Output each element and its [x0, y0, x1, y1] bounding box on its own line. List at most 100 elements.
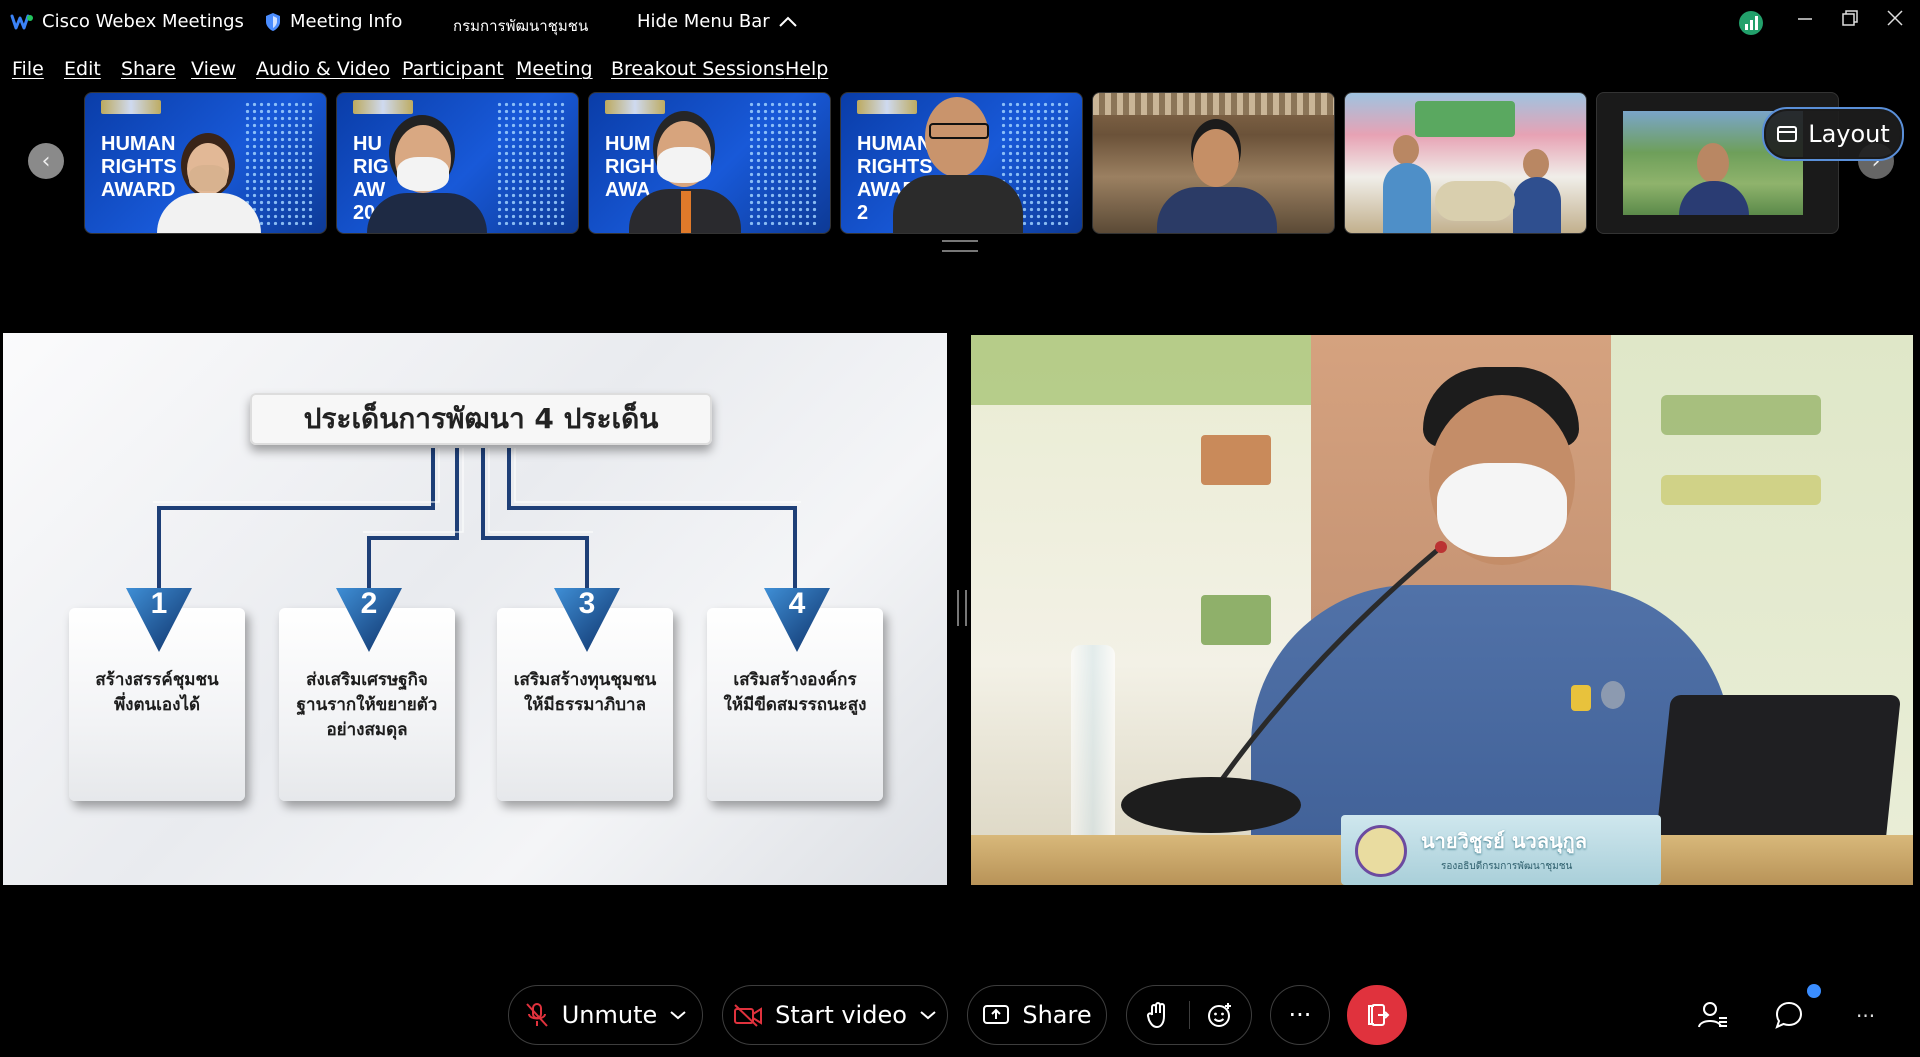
- unmute-button[interactable]: Unmute: [508, 985, 703, 1045]
- menu-participant[interactable]: Participant: [402, 58, 504, 80]
- card-line: ให้มีขีดสมรรถนะสูง: [723, 695, 867, 715]
- share-label: Share: [1022, 1001, 1092, 1029]
- raise-hand-button[interactable]: [1127, 1001, 1190, 1029]
- slide-card-text: สร้างสรรค์ชุมชน พึ่งตนเองได้: [69, 668, 245, 718]
- chevron-down-icon[interactable]: [919, 1009, 937, 1021]
- award-backdrop-pattern: [748, 101, 818, 225]
- card-line: ฐานรากให้ขยายตัว: [296, 695, 438, 715]
- close-button[interactable]: [1885, 8, 1905, 34]
- participant-video-tile[interactable]: HUM RIGH AWA: [588, 92, 831, 234]
- close-icon: [1887, 10, 1903, 26]
- table-items: [1435, 181, 1515, 221]
- backdrop-banner: [1415, 101, 1515, 137]
- microphone-muted-icon: [525, 1003, 548, 1027]
- active-speaker-video[interactable]: นายวิชูรย์ นวลนุกูล รองอธิบดีกรมการพัฒนา…: [971, 335, 1913, 885]
- award-logo: [857, 100, 917, 114]
- thumbnails-prev-button[interactable]: ‹: [28, 143, 64, 179]
- more-options-button[interactable]: ···: [1270, 985, 1330, 1045]
- menu-edit[interactable]: Edit: [64, 58, 101, 80]
- participant-tie: [681, 191, 691, 233]
- more-icon: ···: [1288, 1001, 1312, 1029]
- share-button[interactable]: Share: [967, 985, 1107, 1045]
- glasses: [929, 123, 989, 139]
- start-video-button[interactable]: Start video: [722, 985, 948, 1045]
- slide-card-text: เสริมสร้างทุนชุมชน ให้มีธรรมาภิบาล: [497, 668, 673, 718]
- leave-meeting-button[interactable]: [1347, 985, 1407, 1045]
- menu-bar: File Edit Share View Audio & Video Parti…: [0, 52, 1920, 86]
- nameplate-name: นายวิชูรย์ นวลนุกูล: [1421, 829, 1588, 853]
- minimize-icon: [1798, 18, 1812, 20]
- award-text-line: HUMAN: [101, 133, 176, 155]
- card-line: พึ่งตนเองได้: [113, 695, 201, 715]
- participant-video-tile[interactable]: HU RIG AW 20: [336, 92, 579, 234]
- card-line: เสริมสร้างองค์กร: [733, 670, 857, 690]
- award-logo: [353, 100, 413, 114]
- chat-panel-button[interactable]: [1774, 1000, 1804, 1034]
- nameplate: นายวิชูรย์ นวลนุกูล รองอธิบดีกรมการพัฒนา…: [1341, 815, 1661, 885]
- participant-video-tile[interactable]: HUMAN RIGHTS AWARD: [84, 92, 327, 234]
- card-line: เสริมสร้างทุนชุมชน: [513, 670, 657, 690]
- reactions-group: [1126, 985, 1252, 1045]
- meeting-info-label: Meeting Info: [290, 11, 403, 32]
- participant-face: [1193, 129, 1239, 187]
- panel-overflow-button[interactable]: ···: [1856, 1004, 1875, 1028]
- video-off-icon: [734, 1004, 763, 1027]
- hide-menu-label: Hide Menu Bar: [637, 11, 770, 32]
- participant-video-tile[interactable]: HUMAN RIGHTS AWAR 2: [840, 92, 1083, 234]
- raise-hand-icon: [1146, 1002, 1165, 1029]
- card-line: ส่งเสริมเศรษฐกิจ: [306, 670, 428, 690]
- slide-title: ประเด็นการพัฒนา 4 ประเด็น: [250, 393, 712, 445]
- participant-video-tile[interactable]: [1344, 92, 1587, 234]
- participant-face: [1697, 143, 1729, 183]
- restore-button[interactable]: [1840, 8, 1860, 34]
- award-logo: [101, 100, 161, 114]
- hide-menu-bar-button[interactable]: Hide Menu Bar: [637, 11, 798, 32]
- participant-body: [367, 193, 487, 233]
- menu-view[interactable]: View: [191, 58, 236, 80]
- menu-share[interactable]: Share: [121, 58, 176, 80]
- award-backdrop-pattern: [496, 101, 566, 225]
- water-bottle: [1071, 645, 1115, 855]
- meeting-info-button[interactable]: Meeting Info: [264, 11, 402, 32]
- participant-body: [1157, 187, 1277, 233]
- slide-card-number: 3: [578, 587, 596, 620]
- minimize-button[interactable]: [1795, 8, 1815, 34]
- reactions-button[interactable]: [1190, 1001, 1252, 1029]
- layout-label: Layout: [1808, 120, 1890, 148]
- layout-button[interactable]: Layout: [1762, 107, 1904, 161]
- menu-help[interactable]: Help: [785, 58, 828, 80]
- chevron-left-icon: ‹: [41, 148, 51, 174]
- slide-card-number: 2: [360, 587, 378, 620]
- award-backdrop-pattern: [244, 101, 314, 225]
- chat-bubble-icon: [1775, 1001, 1803, 1029]
- host-name: กรมการพัฒนาชุมชน: [453, 17, 589, 35]
- shield-icon: [266, 12, 280, 31]
- menu-file[interactable]: File: [12, 58, 44, 80]
- roof-background: [1093, 93, 1334, 115]
- app-name: Cisco Webex Meetings: [42, 11, 244, 32]
- chevron-down-icon[interactable]: [669, 1009, 687, 1021]
- face-mask: [397, 157, 449, 191]
- signal-indicator[interactable]: [1738, 10, 1764, 42]
- participants-icon: [1698, 1002, 1727, 1028]
- chevron-up-icon: [778, 16, 797, 27]
- participants-panel-button[interactable]: [1697, 1000, 1729, 1034]
- card-line: สร้างสรรค์ชุมชน: [95, 670, 219, 690]
- pane-resize-handle[interactable]: [957, 590, 967, 626]
- strip-resize-handle[interactable]: [942, 240, 978, 252]
- award-logo: [605, 100, 665, 114]
- shared-content-pane: ประเด็นการพัฒนา 4 ประเด็น สร้างสรรค์ชุมช…: [3, 333, 947, 885]
- menu-audio-video[interactable]: Audio & Video: [256, 58, 390, 80]
- award-backdrop-text: HUMAN RIGHTS AWARD: [101, 133, 191, 202]
- leave-icon: [1368, 1004, 1390, 1026]
- face-mask: [657, 147, 711, 183]
- chat-notification-dot: [1807, 984, 1821, 998]
- slide-card-text: เสริมสร้างองค์กร ให้มีขีดสมรรถนะสูง: [707, 668, 883, 718]
- participant-video-tile[interactable]: [1092, 92, 1335, 234]
- participant-face: [1393, 135, 1419, 165]
- menu-meeting[interactable]: Meeting: [516, 58, 593, 80]
- menu-breakout-sessions[interactable]: Breakout Sessions: [611, 58, 785, 80]
- slide-card-text: ส่งเสริมเศรษฐกิจ ฐานรากให้ขยายตัว อย่างส…: [279, 668, 455, 743]
- webex-logo-icon: [10, 14, 33, 29]
- app-title: Cisco Webex Meetings: [10, 11, 244, 32]
